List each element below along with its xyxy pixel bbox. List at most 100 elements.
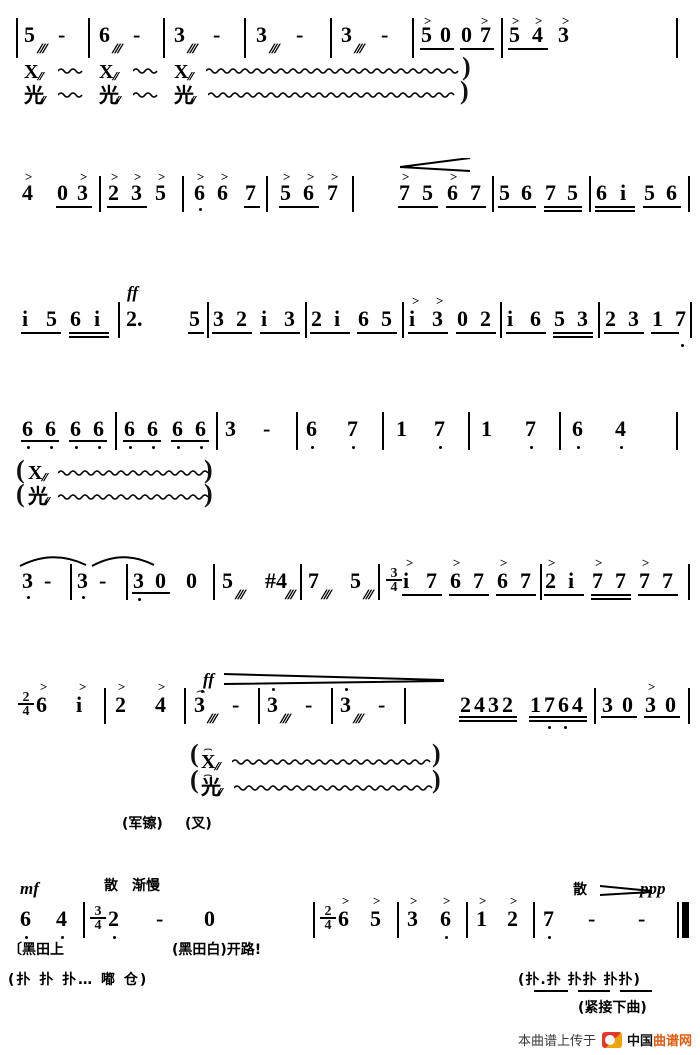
barline: [412, 18, 414, 58]
accent-icon: >: [40, 679, 48, 694]
opening-paren: (: [190, 765, 199, 794]
beam: [56, 206, 92, 208]
note: 1: [530, 692, 541, 717]
note: 6: [447, 180, 458, 205]
beam: [398, 206, 438, 208]
note: 6: [596, 180, 607, 205]
tempo-mark-rit: 渐慢: [132, 878, 160, 894]
dynamic-marking: mf: [20, 879, 39, 898]
time-numerator: 2: [22, 690, 30, 705]
note: 3: [602, 692, 613, 717]
note: 6: [195, 416, 206, 441]
note: i: [507, 306, 514, 331]
note: 2: [480, 306, 491, 331]
barline: [83, 902, 85, 938]
octave-dot-low: [530, 446, 533, 449]
note: 6: [22, 416, 33, 441]
beam: [544, 210, 582, 212]
barline: [88, 18, 90, 58]
note: 6: [45, 416, 56, 441]
barline: [352, 176, 354, 212]
note: 5: [189, 306, 200, 331]
barline: [688, 688, 690, 724]
accent-icon: >: [158, 679, 166, 694]
tremolo-icon: ///: [352, 41, 367, 56]
note: 7: [525, 416, 536, 441]
octave-dot-low: [200, 446, 203, 449]
opening-paren: (: [190, 739, 199, 768]
note: 5: [280, 180, 291, 205]
note-extend: -: [44, 568, 52, 593]
note-extend: -: [381, 22, 389, 47]
note-extend: -: [378, 692, 386, 717]
beam: [620, 990, 652, 992]
barline: [330, 18, 332, 58]
octave-dot-low: [138, 598, 141, 601]
barline: [216, 412, 218, 450]
note: 6: [70, 416, 81, 441]
barline: [213, 564, 215, 600]
beam: [188, 332, 204, 334]
note: 0: [457, 306, 468, 331]
tremolo-icon: ///: [185, 41, 200, 56]
note-extend: -: [305, 692, 313, 717]
beam: [643, 206, 681, 208]
tremolo-icon: ///: [233, 587, 248, 602]
note: 7: [520, 568, 531, 593]
note: 2: [311, 306, 322, 331]
note: 3: [558, 22, 569, 47]
accent-icon: >: [443, 893, 451, 908]
note: i: [403, 568, 410, 593]
octave-dot-low: [98, 446, 101, 449]
accent-icon: >: [406, 555, 414, 570]
beam: [529, 716, 587, 718]
note-extend: -: [156, 906, 164, 931]
note: 1: [481, 416, 492, 441]
beam: [591, 598, 631, 600]
vibrato-line: [58, 494, 208, 500]
tremolo-icon: ///: [319, 587, 334, 602]
accent-icon: >: [500, 555, 508, 570]
tremolo-icon: ///: [110, 41, 125, 56]
note: 5: [46, 306, 57, 331]
beam: [578, 990, 610, 992]
time-denominator: 4: [18, 703, 34, 719]
note: i: [409, 306, 416, 331]
note: 3: [174, 22, 185, 47]
note: 3: [432, 306, 443, 331]
note: 2: [545, 568, 556, 593]
note: 1: [396, 416, 407, 441]
octave-dot-low: [129, 446, 132, 449]
beam: [651, 332, 679, 334]
barline: [501, 18, 503, 58]
site-footer: 本曲谱上传于 中国 曲谱网: [518, 1030, 692, 1049]
note: i: [261, 306, 268, 331]
accent-icon: >: [373, 893, 381, 908]
barline: [676, 412, 678, 450]
closing-paren: ): [432, 739, 441, 768]
accent-icon: >: [436, 293, 444, 308]
beam: [459, 720, 517, 722]
barline: [115, 412, 117, 450]
octave-dot-low: [199, 208, 202, 211]
note: 2: [507, 906, 518, 931]
accent-icon: >: [548, 555, 556, 570]
note-extend: -: [588, 906, 596, 931]
accent-icon: >: [79, 679, 87, 694]
note-extend: -: [133, 22, 141, 47]
note: 6: [358, 306, 369, 331]
note: 0: [665, 692, 676, 717]
octave-dot-low: [75, 446, 78, 449]
accent-icon: >: [412, 293, 420, 308]
percussion-syllables-right: (扑.扑 扑扑 扑扑): [518, 972, 641, 988]
beam: [506, 332, 546, 334]
beam: [638, 594, 678, 596]
note: 5: [509, 22, 520, 47]
accent-icon: >: [595, 555, 603, 570]
note: 3: [645, 692, 656, 717]
note: 2: [108, 180, 119, 205]
barline: [296, 412, 298, 450]
tremolo-icon: ///: [361, 587, 376, 602]
octave-dot-low: [548, 936, 551, 939]
tremolo-icon: ///: [205, 711, 220, 726]
